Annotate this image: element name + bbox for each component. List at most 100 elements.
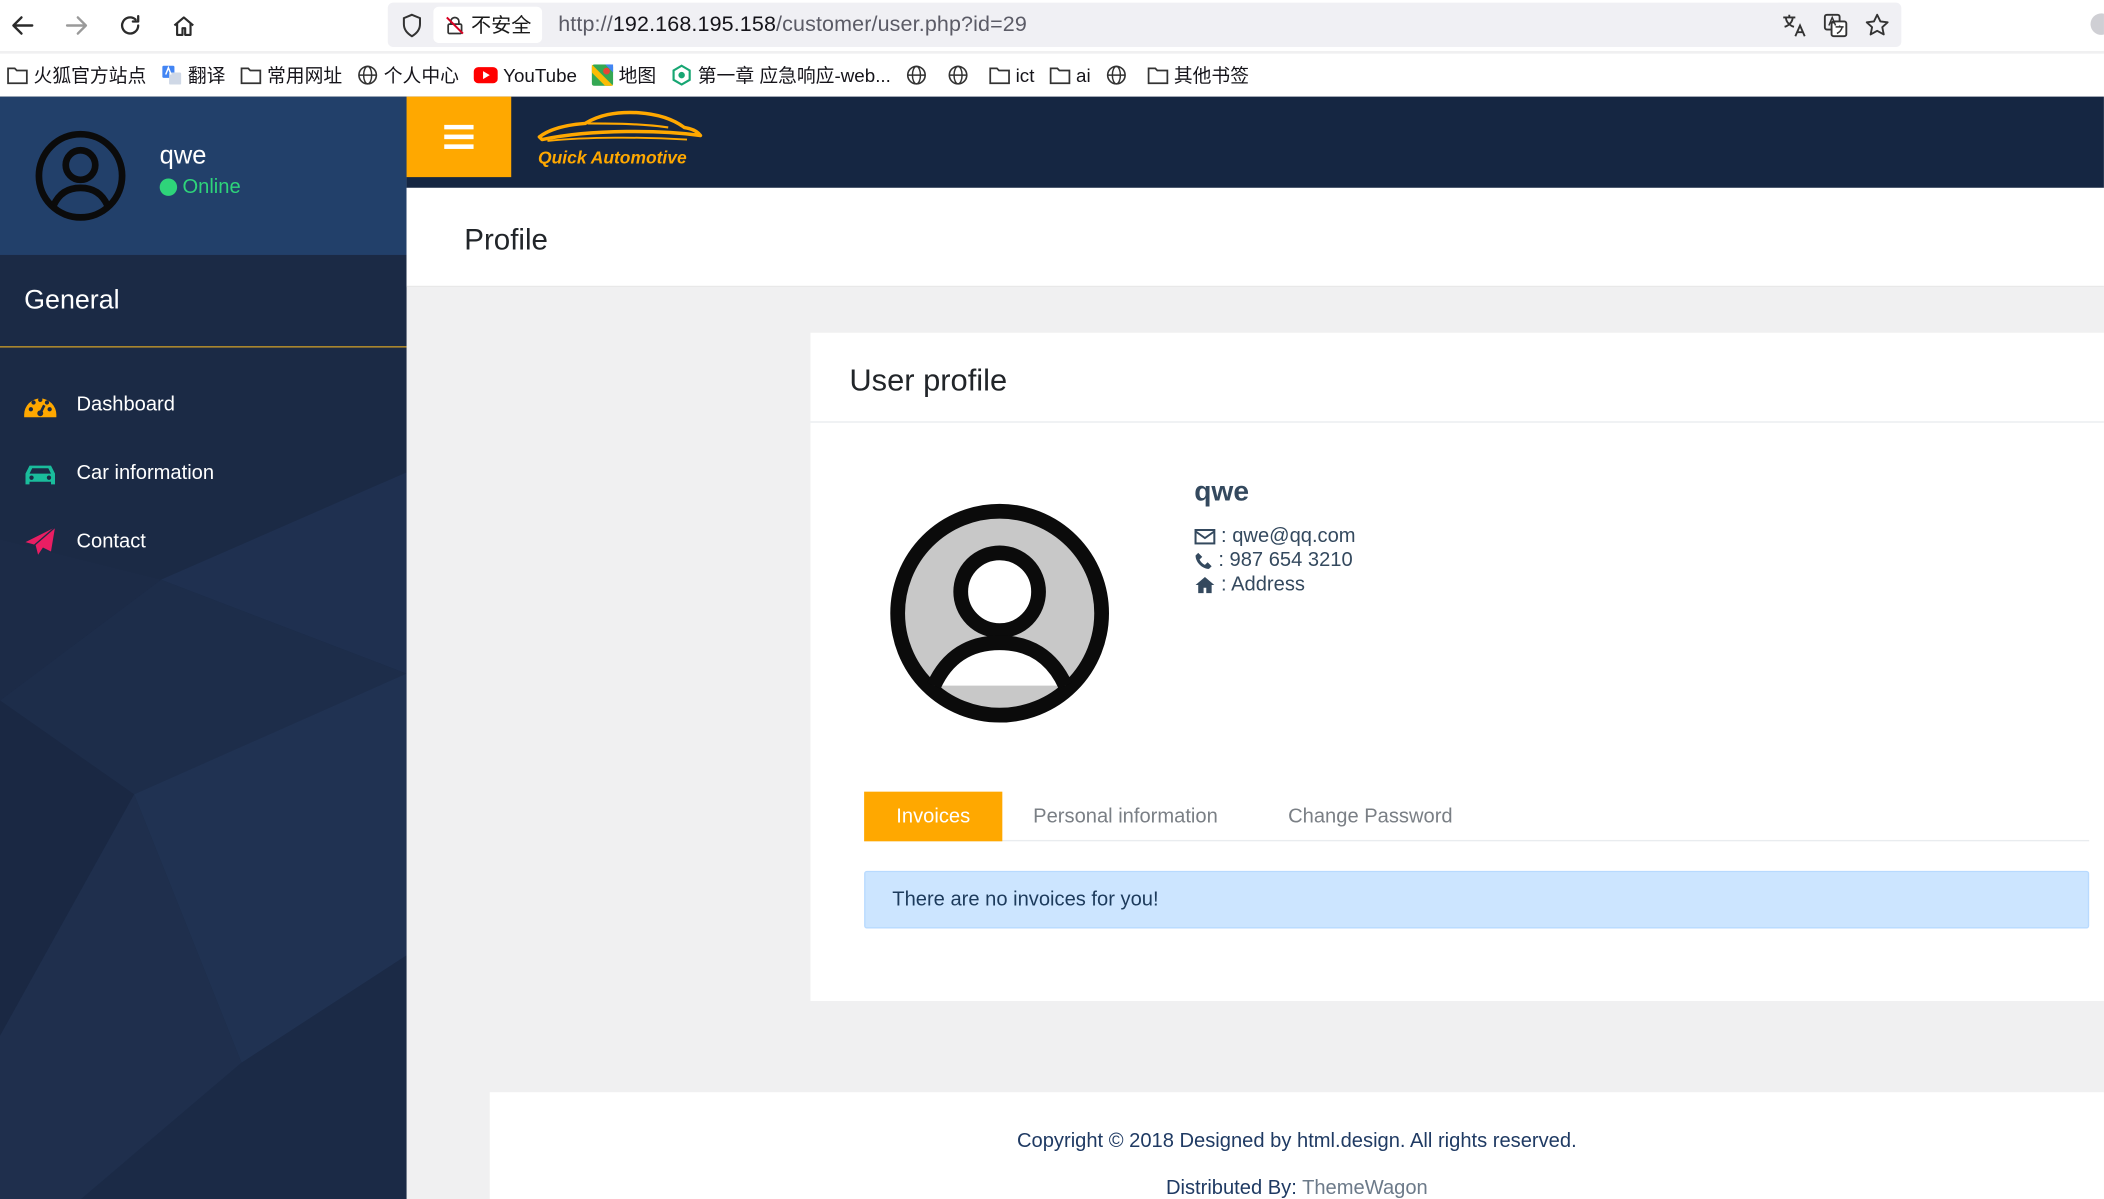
folder-icon [1147, 66, 1174, 85]
distributed-label: Distributed By: [1165, 1176, 1303, 1199]
translate-extension-button[interactable] [1821, 11, 1851, 41]
bookmark-label: ai [1076, 64, 1091, 86]
folder-icon [240, 66, 267, 85]
home-button[interactable] [166, 8, 201, 43]
folder-icon [1049, 66, 1076, 85]
youtube-icon [473, 66, 504, 85]
status-label: Online [182, 175, 241, 199]
sidebar-item-contact[interactable]: Contact [0, 515, 407, 569]
translate-icon [161, 64, 188, 85]
tab-change-password[interactable]: Change Password [1288, 792, 1452, 842]
arrow-right-icon [65, 16, 88, 35]
security-indicator[interactable]: 不安全 [433, 6, 543, 43]
bookmark-label: 地图 [618, 64, 657, 86]
translate-icon [1783, 14, 1806, 37]
bookmark-item[interactable]: 第一章 应急响应-web... [671, 62, 891, 89]
arrow-left-icon [12, 16, 34, 35]
profile-tabs: Invoices Personal information Change Pas… [864, 791, 2090, 842]
phone-icon [1195, 552, 1212, 569]
car-icon [25, 465, 56, 485]
folder-icon [989, 66, 1016, 85]
tab-invoices[interactable]: Invoices [864, 791, 1003, 842]
bookmark-label: 其他书签 [1173, 64, 1249, 86]
card-divider [810, 421, 2104, 423]
profile-phone-text: : 987 654 3210 [1218, 548, 1353, 572]
star-icon [1865, 13, 1889, 36]
user-panel: qwe Online [0, 96, 407, 255]
folder-icon [7, 66, 34, 85]
bookmark-item[interactable]: YouTube [473, 64, 577, 86]
browser-toolbar: 不安全 http://192.168.195.158/customer/user… [0, 0, 2104, 51]
url-text[interactable]: http://192.168.195.158/customer/user.php… [558, 13, 1027, 37]
logo-text: Quick Automotive [538, 147, 687, 168]
bookmark-item[interactable] [1105, 64, 1132, 85]
home-icon [1195, 576, 1215, 593]
bookmark-item[interactable]: 个人中心 [357, 62, 459, 89]
profile-email-text: : qwe@qq.com [1221, 524, 1356, 548]
profile-address: : Address [1194, 573, 1305, 596]
copyright-text: Copyright © 2018 Designed by html.design… [1017, 1129, 1577, 1153]
bookmark-label: 火狐官方站点 [33, 64, 147, 86]
page-title: Profile [464, 222, 548, 257]
extension-icon[interactable] [2090, 13, 2104, 35]
insecure-lock-icon [446, 15, 464, 34]
footer: Copyright © 2018 Designed by html.design… [489, 1092, 2104, 1199]
globe-icon [1105, 64, 1132, 85]
paper-plane-icon [25, 526, 56, 556]
tab-personal-information[interactable]: Personal information [1033, 792, 1218, 842]
google-translate-icon [1823, 13, 1848, 38]
reload-button[interactable] [113, 8, 148, 43]
address-bar[interactable]: 不安全 http://192.168.195.158/customer/user… [387, 2, 1902, 47]
bookmark-item[interactable]: 翻译 [161, 62, 225, 89]
bookmark-label: 翻译 [187, 64, 226, 86]
forward-button[interactable] [59, 8, 94, 43]
sidebar-item-label: Car information [76, 461, 215, 485]
url-prefix: http:// [558, 13, 613, 37]
top-navbar: Quick Automotive [406, 96, 2104, 188]
bookmarks-bar: 火狐官方站点 翻译 常用网址 个人中心 YouTube 地图 第一章 应急响应-web...… [0, 53, 2104, 97]
shield-icon[interactable] [399, 12, 426, 39]
car-logo-icon [537, 110, 703, 142]
sidebar-item-dashboard[interactable]: Dashboard [0, 378, 407, 432]
profile-phone: : 987 654 3210 [1194, 548, 1353, 572]
bookmark-item[interactable]: ict [989, 64, 1035, 86]
bookmark-label: 个人中心 [383, 64, 459, 86]
bookmark-item[interactable] [947, 64, 974, 85]
globe-icon [357, 64, 384, 85]
url-host: 192.168.195.158 [612, 13, 777, 37]
bookmark-item[interactable]: 常用网址 [240, 62, 342, 89]
home-icon [173, 16, 194, 36]
brand-logo[interactable]: Quick Automotive [534, 110, 706, 172]
bookmark-item[interactable]: 地图 [591, 62, 657, 89]
bookmark-item[interactable]: ai [1049, 64, 1091, 86]
back-button[interactable] [5, 8, 40, 43]
sidebar-section-title: General [24, 285, 120, 316]
profile-avatar-icon [890, 503, 1109, 723]
profile-email: : qwe@qq.com [1194, 524, 1356, 548]
page-header: Profile [406, 187, 2104, 288]
translate-page-button[interactable] [1779, 11, 1809, 41]
sidebar-toggle-button[interactable] [406, 96, 512, 178]
section-divider [0, 346, 407, 348]
bookmark-label: ict [1015, 64, 1035, 86]
profile-name: qwe [1194, 476, 1250, 508]
alert-text: There are no invoices for you! [892, 888, 1159, 912]
envelope-icon [1194, 528, 1216, 544]
sidebar-item-label: Contact [76, 530, 146, 553]
sidebar-pattern [0, 472, 407, 1199]
security-label: 不安全 [470, 14, 532, 38]
bookmark-item[interactable]: 其他书签 [1147, 62, 1249, 89]
bookmark-item[interactable] [906, 64, 933, 85]
profile-address-text: : Address [1221, 572, 1305, 596]
sidebar-item-car-information[interactable]: Car information [0, 447, 407, 501]
bookmark-item[interactable]: 火狐官方站点 [7, 62, 147, 89]
user-profile-card: User profile qwe : qwe@qq.com : 987 654 … [810, 332, 2104, 1001]
distributed-by: Distributed By: ThemeWagon [490, 1177, 2104, 1199]
user-status: Online [159, 175, 241, 199]
distributed-by-link[interactable]: ThemeWagon [1302, 1177, 1428, 1199]
bookmark-star-button[interactable] [1862, 11, 1892, 41]
map-icon [591, 64, 619, 86]
url-path: /customer/user.php?id=29 [776, 13, 1027, 37]
dashboard-icon [24, 397, 57, 418]
reload-icon [120, 14, 140, 35]
